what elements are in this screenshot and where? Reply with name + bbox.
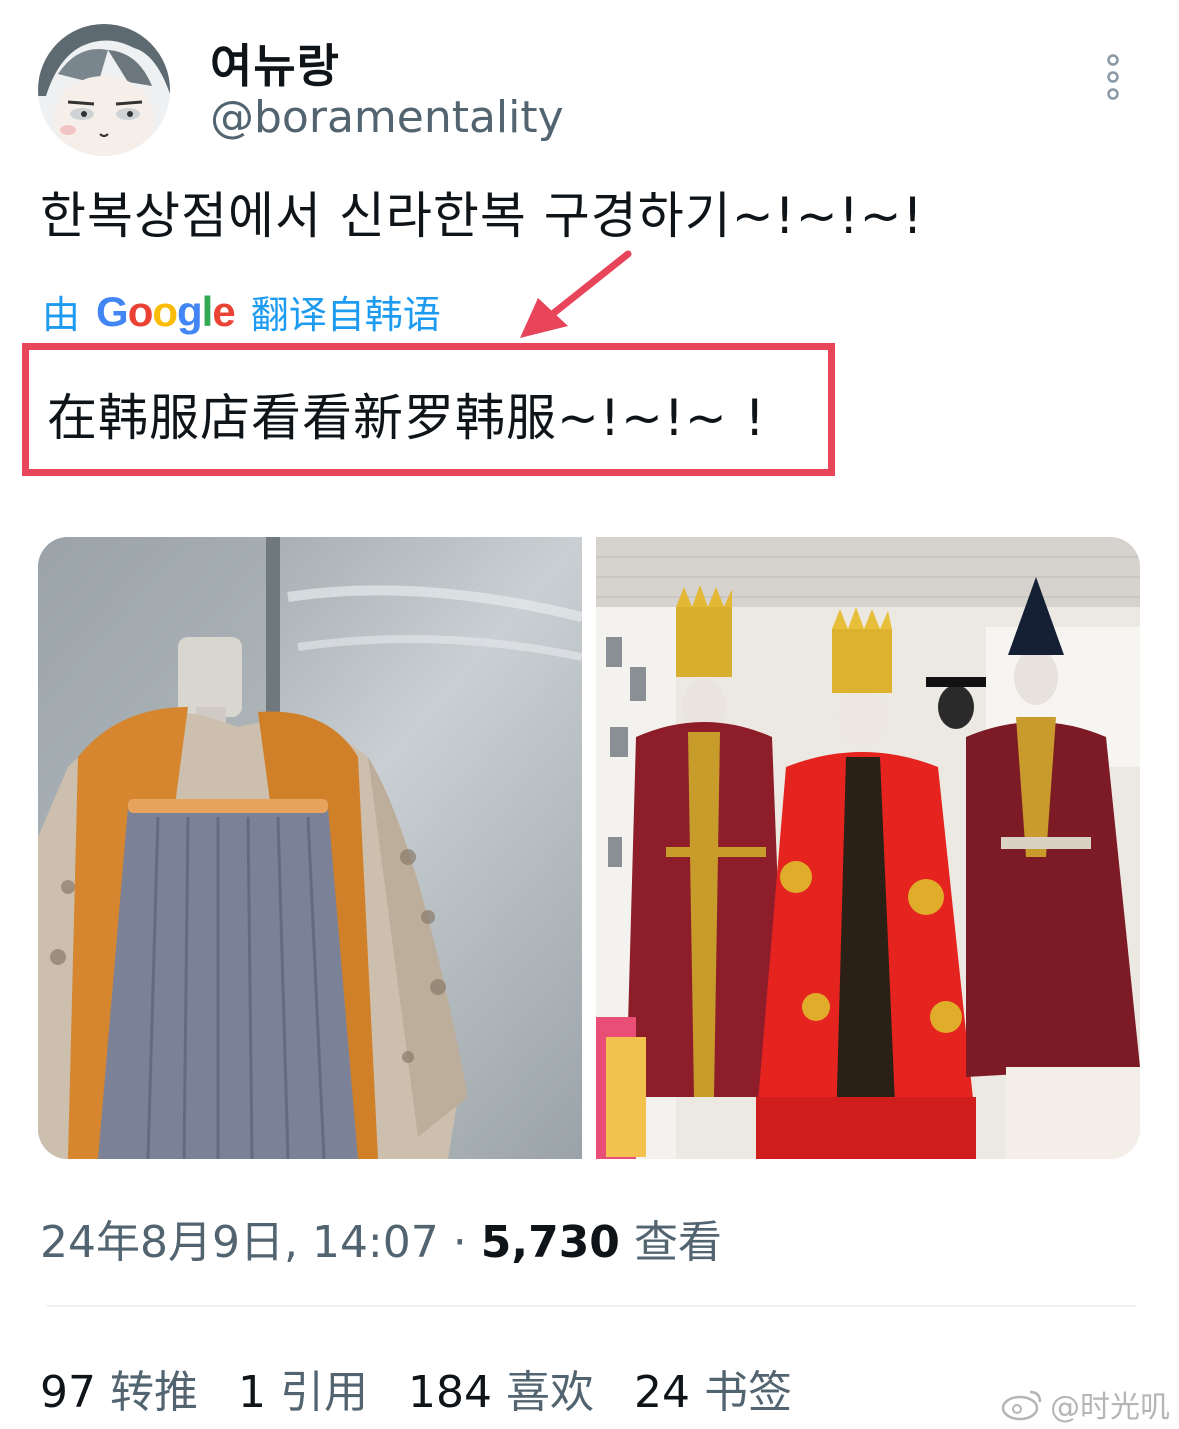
- media-grid: [38, 537, 1140, 1159]
- google-logo: Google: [96, 287, 236, 336]
- tweet-meta: 24年8月9日, 14:07 · 5,730 查看: [40, 1206, 722, 1270]
- stat-count: 97: [40, 1367, 96, 1418]
- tweet-text: 한복상점에서 신라한복 구경하기~!~!~!: [40, 187, 924, 245]
- translated-text: 在韩服店看看新罗韩服~!~!~ !: [47, 389, 766, 447]
- translation-highlight-box: 在韩服店看看新罗韩服~!~!~ !: [22, 343, 835, 476]
- display-name[interactable]: 여뉴랑: [210, 30, 340, 96]
- weibo-icon: [1001, 1390, 1042, 1421]
- google-letter-o2: o: [152, 287, 178, 335]
- translation-attribution[interactable]: 由 Google 翻译自韩语: [42, 284, 441, 339]
- views-count: 5,730: [480, 1217, 620, 1268]
- meta-separator: ·: [452, 1217, 467, 1268]
- red-arrow-icon: [520, 250, 632, 338]
- divider: [46, 1305, 1136, 1307]
- stat-quotes[interactable]: 1 引用: [238, 1356, 368, 1420]
- google-letter-e: e: [212, 287, 235, 335]
- stat-label: 转推: [110, 1367, 198, 1418]
- stat-count: 184: [408, 1367, 492, 1418]
- stat-retweets[interactable]: 97 转推: [40, 1356, 198, 1420]
- google-letter-g2: g: [177, 287, 203, 335]
- stat-label: 引用: [280, 1367, 368, 1418]
- google-letter-g: G: [96, 287, 129, 335]
- photo-silla-royal-hanbok[interactable]: [596, 537, 1140, 1159]
- tweet-detail: 여뉴랑 @boramentality 한복상점에서 신라한복 구경하기~!~!~…: [0, 0, 1179, 1429]
- avatar-illustration: [38, 24, 170, 156]
- views-label: 查看: [633, 1217, 722, 1268]
- timestamp[interactable]: 24年8月9日, 14:07: [40, 1217, 439, 1268]
- translate-prefix: 由: [42, 293, 81, 337]
- google-letter-l: l: [201, 287, 214, 335]
- watermark-text: @时光叽: [1050, 1390, 1170, 1425]
- translate-suffix: 翻译自韩语: [250, 293, 441, 337]
- stat-label: 喜欢: [505, 1367, 594, 1418]
- stat-count: 1: [238, 1367, 266, 1418]
- google-letter-o1: o: [127, 287, 154, 335]
- engagement-stats: 97 转推 1 引用 184 喜欢 24 书签: [40, 1356, 792, 1420]
- user-handle[interactable]: @boramentality: [210, 92, 564, 143]
- stat-likes[interactable]: 184 喜欢: [408, 1356, 594, 1420]
- avatar[interactable]: [38, 24, 170, 156]
- watermark: @时光叽: [1000, 1382, 1170, 1426]
- more-vertical-icon[interactable]: [1098, 52, 1128, 104]
- stat-bookmarks[interactable]: 24 书签: [634, 1356, 792, 1420]
- photo-hanbok-mannequin[interactable]: [38, 537, 582, 1159]
- stat-label: 书签: [703, 1367, 792, 1418]
- stat-count: 24: [633, 1367, 690, 1418]
